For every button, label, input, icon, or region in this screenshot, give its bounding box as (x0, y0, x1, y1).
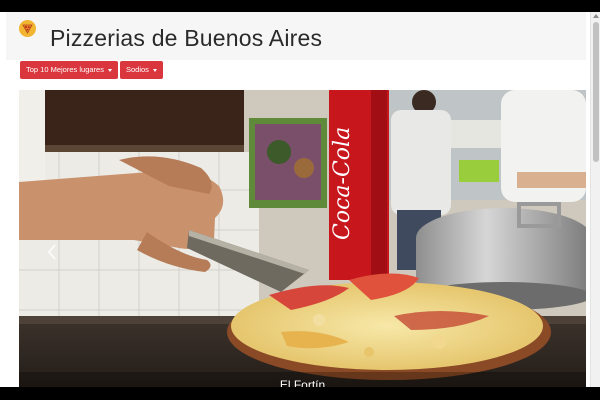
pizza-icon[interactable] (19, 20, 36, 37)
filter-toolbar: Top 10 Mejores lugares Sodios (20, 61, 163, 79)
chevron-left-icon[interactable] (47, 244, 57, 260)
carousel-slide-image: Coca-Cola (19, 90, 586, 387)
photo-carousel[interactable]: Coca-Cola El Fortín (19, 90, 586, 387)
top10-dropdown-button[interactable]: Top 10 Mejores lugares (20, 61, 118, 79)
top10-dropdown-label: Top 10 Mejores lugares (26, 65, 104, 74)
sodios-dropdown-button[interactable]: Sodios (119, 61, 163, 79)
caret-down-icon (107, 68, 112, 72)
scrollbar-thumb[interactable] (593, 22, 599, 162)
window-top-edge (0, 0, 600, 12)
coca-cola-sign: Coca-Cola (330, 127, 355, 240)
vertical-scrollbar[interactable] (590, 12, 600, 387)
page-viewport: Pizzerias de Buenos Aires Top 10 Mejores… (0, 12, 600, 387)
carousel-caption: El Fortín (279, 378, 326, 387)
site-header: Pizzerias de Buenos Aires (6, 12, 586, 60)
window-bottom-edge (0, 387, 600, 400)
page-title: Pizzerias de Buenos Aires (50, 25, 323, 51)
scroll-up-arrow-icon[interactable] (593, 14, 599, 18)
sodios-dropdown-label: Sodios (125, 65, 149, 74)
caret-down-icon (152, 68, 157, 72)
